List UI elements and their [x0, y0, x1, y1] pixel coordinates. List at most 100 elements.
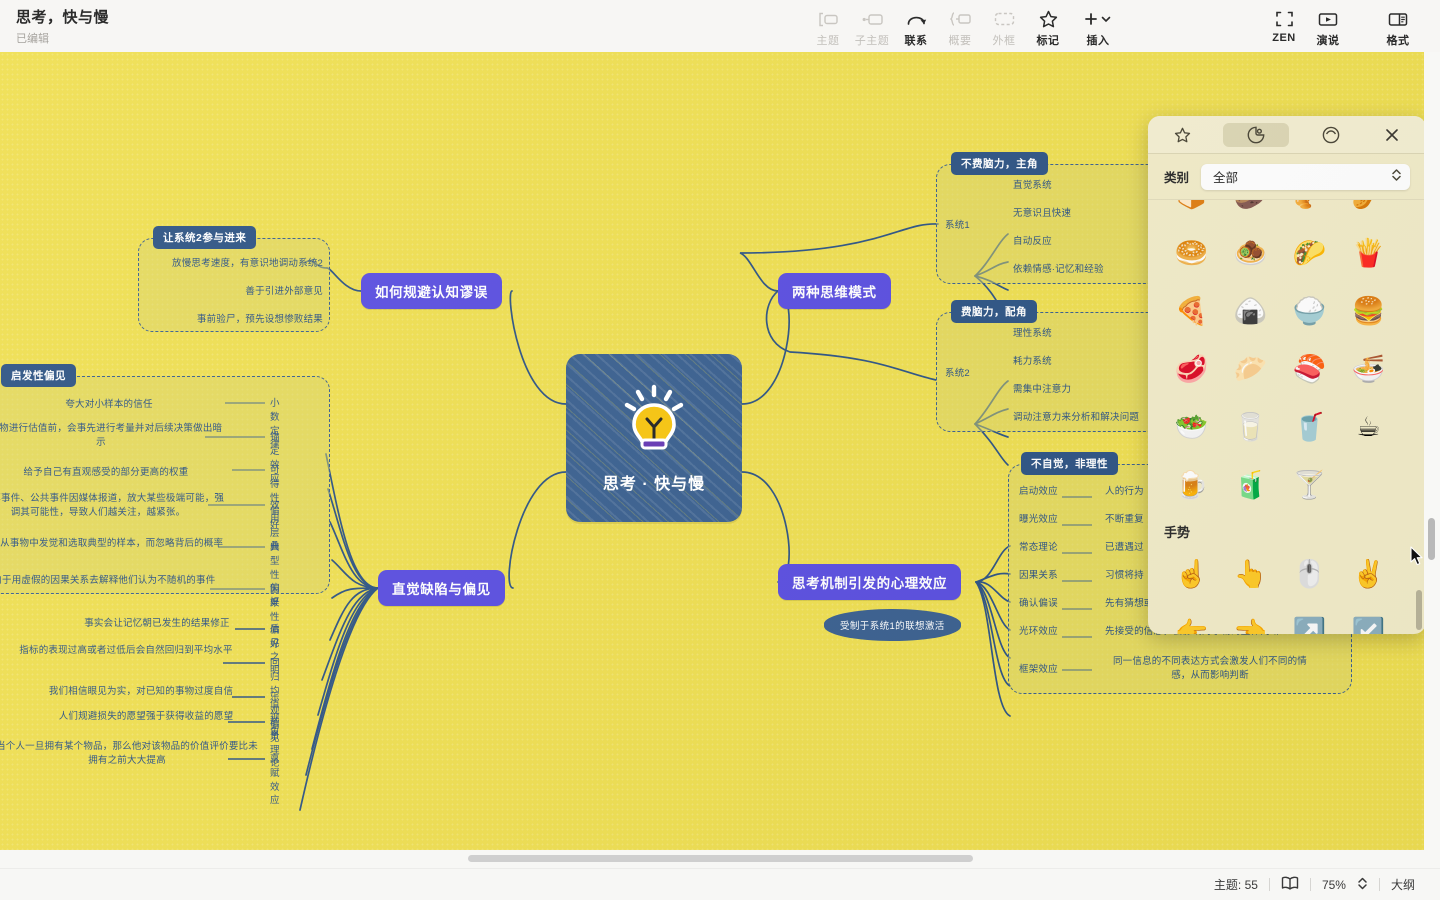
branch-node-avoid[interactable]: 如何规避认知谬误	[361, 273, 502, 309]
group-item[interactable]: 放慢思考速度，有意识地调动系统2	[147, 257, 323, 271]
effect-desc[interactable]: 不断重复	[1105, 513, 1144, 527]
effect-name[interactable]: 框架效应	[1019, 663, 1058, 677]
sticker-item[interactable]: 🥜	[1339, 200, 1398, 224]
toolbar-button-subtopic[interactable]: 子主题	[850, 4, 894, 48]
gesture-item[interactable]: ☝️	[1162, 545, 1221, 603]
sticker-item[interactable]: 🥐	[1280, 200, 1339, 224]
toolbar-button-presentation[interactable]: 演说	[1306, 4, 1350, 48]
group-item[interactable]: 事前验尸，预先设想惨败结果	[147, 313, 323, 327]
sticker-item[interactable]: 🍟	[1339, 224, 1398, 282]
sticker-item[interactable]: 🥟	[1221, 340, 1280, 398]
group-item-desc[interactable]: 小概率事件、公共事件因媒体报道，放大某些极端可能，强调其可能性，导致人们越关注，…	[0, 492, 225, 520]
sticker-item[interactable]: 🥯	[1162, 224, 1221, 282]
bias-desc[interactable]: 我们相信眼见为实，对已知的事物过度自信	[20, 685, 262, 699]
toolbar-button-insert[interactable]: 插入	[1070, 4, 1126, 48]
group-system1[interactable]: 不费脑力，主角 系统1 直觉系统 无意识且快速 自动反应 依赖情感·记忆和经验	[936, 152, 1162, 284]
bias-name[interactable]: 禀赋效应	[270, 753, 280, 808]
sticker-item[interactable]: 🌮	[1280, 224, 1339, 282]
effect-desc[interactable]: 习惯将持	[1105, 569, 1144, 583]
effect-desc[interactable]: 人的行为	[1105, 485, 1144, 499]
sticker-item[interactable]: 🍺	[1162, 456, 1221, 514]
group-item-desc[interactable]: 给予自己有直观感受的部分更高的权重	[0, 466, 225, 480]
gesture-item[interactable]: ↗️	[1280, 603, 1339, 634]
canvas-vertical-scrollbar[interactable]	[1424, 52, 1440, 850]
gesture-item[interactable]: 👈	[1221, 603, 1280, 634]
group-item[interactable]: 理性系统	[1013, 327, 1052, 341]
group-system2-join[interactable]: 让系统2参与进来 放慢思考速度，有意识地调动系统2 善于引进外部意见 事前验尸，…	[138, 226, 330, 332]
close-icon[interactable]	[1372, 123, 1412, 147]
group-item-desc[interactable]: 对事物进行估值前，会事先进行考量并对后续决策做出暗示	[0, 422, 225, 450]
branch-node-effects[interactable]: 思考机制引发的心理效应	[778, 564, 962, 600]
group-heuristic-bias[interactable]: 启发性偏见 夸大对小样本的信任 对事物进行估值前，会事先进行考量并对后续决策做出…	[0, 364, 330, 594]
group-item[interactable]: 依赖情感·记忆和经验	[1013, 263, 1104, 277]
effect-name[interactable]: 确认偏误	[1019, 597, 1058, 611]
zoom-level[interactable]: 75%	[1311, 878, 1357, 892]
effect-desc[interactable]: 同一信息的不同表达方式会激发人们不同的情感，从而影响判断	[1105, 655, 1315, 683]
central-node[interactable]: 思考 · 快与慢	[566, 354, 742, 522]
group-item[interactable]: 耗力系统	[1013, 355, 1052, 369]
effect-name[interactable]: 光环效应	[1019, 625, 1058, 639]
sticker-item[interactable]: 🥗	[1162, 398, 1221, 456]
toolbar-button-topic[interactable]: 主题	[806, 4, 850, 48]
panel-scrollbar-thumb[interactable]	[1416, 590, 1422, 630]
group-item[interactable]: 调动注意力来分析和解决问题	[1013, 411, 1139, 425]
star-icon[interactable]	[1162, 123, 1202, 147]
effect-name[interactable]: 因果关系	[1019, 569, 1058, 583]
effect-name[interactable]: 常态理论	[1019, 541, 1058, 555]
canvas-vertical-scrollbar-thumb[interactable]	[1428, 518, 1435, 560]
sticker-item[interactable]: 🥩	[1162, 340, 1221, 398]
callout-bubble[interactable]: 受制于系统1的联想激活	[824, 609, 961, 641]
toolbar-button-relation[interactable]: 联系	[894, 4, 938, 48]
gesture-item[interactable]: 👆	[1221, 545, 1280, 603]
effect-desc[interactable]: 已遭遇过	[1105, 541, 1144, 555]
sticker-item[interactable]: 🍔	[1339, 282, 1398, 340]
category-select[interactable]: 全部	[1201, 163, 1410, 190]
sticker-item[interactable]	[1339, 456, 1398, 514]
group-item[interactable]: 无意识且快速	[1013, 207, 1071, 221]
sticker-item[interactable]: 🥤	[1280, 398, 1339, 456]
emoji-icon[interactable]	[1311, 123, 1351, 147]
sticker-item[interactable]: 🍕	[1162, 282, 1221, 340]
toolbar-button-summary[interactable]: 概要	[938, 4, 982, 48]
gesture-item[interactable]: ✌️	[1339, 545, 1398, 603]
sticker-icon[interactable]	[1223, 122, 1290, 147]
sticker-panel[interactable]: 类别 全部 🍞 🥔 🥐 🥜	[1148, 116, 1426, 634]
branch-node-two-modes[interactable]: 两种思维模式	[778, 273, 891, 309]
group-item[interactable]: 直觉系统	[1013, 179, 1052, 193]
bias-desc[interactable]: 当个人一旦拥有某个物品，那么他对该物品的价值评价要比未拥有之前大大提高	[0, 740, 262, 768]
group-root-label[interactable]: 系统1	[945, 219, 970, 233]
effect-name[interactable]: 曝光效应	[1019, 513, 1058, 527]
sticker-item[interactable]: 🍞	[1162, 200, 1221, 224]
canvas-horizontal-scrollbar-thumb[interactable]	[468, 855, 973, 862]
sticker-item[interactable]: 🍣	[1280, 340, 1339, 398]
group-item-desc[interactable]: 习惯从事物中发觉和选取典型的样本，而忽略背后的概率	[0, 537, 225, 551]
toolbar-button-format[interactable]: 格式	[1376, 4, 1420, 48]
sticker-item[interactable]: 🍚	[1280, 282, 1339, 340]
sticker-grid[interactable]: 🍞 🥔 🥐 🥜 🥯 🧆 🌮 🍟 🍕 🍙 🍚 🍔	[1148, 200, 1426, 634]
sticker-item[interactable]: ☕	[1339, 398, 1398, 456]
sticker-item[interactable]: 🍙	[1221, 282, 1280, 340]
outline-button[interactable]: 大纲	[1380, 876, 1426, 893]
group-item[interactable]: 自动反应	[1013, 235, 1052, 249]
toolbar-button-boundary[interactable]: 外框	[982, 4, 1026, 48]
sticker-item[interactable]: 🧆	[1221, 224, 1280, 282]
group-item[interactable]: 善于引进外部意见	[147, 285, 323, 299]
branch-node-defects[interactable]: 直觉缺陷与偏见	[378, 570, 505, 606]
toolbar-button-zen[interactable]: ZEN	[1262, 4, 1306, 48]
gesture-item[interactable]: ↙️	[1339, 603, 1398, 634]
toolbar-button-marker[interactable]: 标记	[1026, 4, 1070, 48]
map-view-icon[interactable]	[1270, 876, 1310, 893]
gesture-item[interactable]: 🖱️	[1280, 545, 1339, 603]
sticker-item[interactable]: 🥛	[1221, 398, 1280, 456]
sticker-item[interactable]: 🧃	[1221, 456, 1280, 514]
bias-desc[interactable]: 指标的表现过高或者过低后会自然回归到平均水平	[0, 644, 262, 658]
sticker-item[interactable]: 🥔	[1221, 200, 1280, 224]
mindmap-canvas[interactable]: 让系统2参与进来 放慢思考速度，有意识地调动系统2 善于引进外部意见 事前验尸，…	[0, 52, 1440, 850]
bias-desc[interactable]: 人们规避损失的愿望强于获得收益的愿望	[30, 710, 262, 724]
sticker-item[interactable]: 🍸	[1280, 456, 1339, 514]
group-system2[interactable]: 费脑力，配角 系统2 理性系统 耗力系统 需集中注意力 调动注意力来分析和解决问…	[936, 300, 1162, 432]
sticker-item[interactable]: 🍜	[1339, 340, 1398, 398]
gesture-item[interactable]: 👉	[1162, 603, 1221, 634]
bias-desc[interactable]: 事实会让记忆朝已发生的结果修正	[48, 617, 266, 631]
group-item-desc[interactable]: 夸大对小样本的信任	[0, 398, 225, 412]
